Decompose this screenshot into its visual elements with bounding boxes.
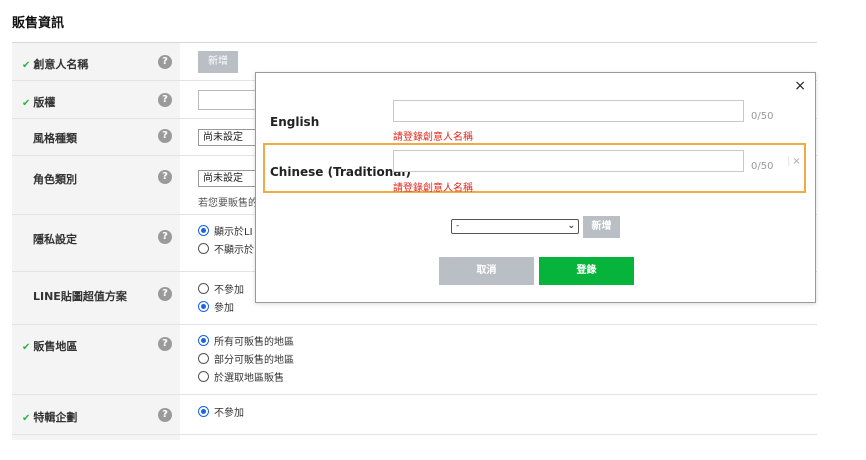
radio-icon: [198, 370, 209, 382]
submit-button[interactable]: 登錄: [539, 257, 634, 285]
radio-icon: [198, 352, 209, 364]
chinese-input[interactable]: [393, 150, 744, 172]
row-label: 隱私設定: [33, 233, 77, 246]
privacy-option-hide[interactable]: 不顯示於: [198, 239, 254, 257]
campaign-option-no[interactable]: 不參加: [198, 402, 244, 420]
check-icon: ✔: [22, 98, 31, 109]
help-icon[interactable]: ?: [158, 93, 172, 107]
help-icon[interactable]: ?: [158, 337, 172, 351]
add-creator-button[interactable]: 新增: [198, 51, 238, 73]
radio-icon: [198, 300, 209, 312]
help-icon[interactable]: ?: [158, 170, 172, 184]
chinese-char-count: 0/50: [751, 161, 774, 172]
row-sales-region: ✔ 販售地區 ? 所有可販售的地區 部分可販售的地區 於選取地區販售: [12, 325, 817, 395]
creator-name-dialog: × English 0/50 請登錄創意人名稱 Chinese (Traditi…: [255, 72, 816, 303]
english-char-count: 0/50: [751, 111, 774, 122]
chinese-label: Chinese (Traditional): [270, 165, 412, 179]
premium-option-yes[interactable]: 參加: [198, 297, 244, 315]
check-icon: ✔: [22, 413, 31, 424]
style-select[interactable]: 尚未設定: [198, 129, 258, 146]
remove-language-icon[interactable]: | ×: [787, 156, 801, 167]
check-icon: ✔: [22, 342, 31, 353]
check-icon: ✔: [22, 60, 31, 71]
row-label: ✔ 創意人名稱: [22, 58, 89, 71]
help-icon[interactable]: ?: [158, 230, 172, 244]
close-icon[interactable]: ×: [794, 78, 806, 94]
privacy-option-show[interactable]: 顯示於LI: [198, 221, 254, 239]
chevron-down-icon: ⌄: [567, 221, 575, 231]
row-label: ✔ 特輯企劃: [22, 411, 78, 424]
region-option-partial[interactable]: 部分可販售的地區: [198, 349, 294, 367]
character-select[interactable]: 尚未設定: [198, 170, 258, 187]
add-language-button[interactable]: 新增: [583, 216, 620, 238]
help-icon[interactable]: ?: [158, 55, 172, 69]
cancel-button[interactable]: 取消: [439, 257, 534, 285]
radio-icon: [198, 334, 209, 346]
row-label: ✔ 版權: [22, 96, 56, 109]
row-label: LINE貼圖超值方案: [33, 290, 127, 303]
chinese-error: 請登錄創意人名稱: [393, 183, 473, 194]
english-error: 請登錄創意人名稱: [393, 132, 473, 143]
help-icon[interactable]: ?: [158, 408, 172, 422]
radio-icon: [198, 242, 209, 254]
row-label: 風格種類: [33, 132, 77, 145]
language-select[interactable]: - ⌄: [451, 219, 579, 234]
region-option-all[interactable]: 所有可販售的地區: [198, 331, 294, 349]
region-option-selected[interactable]: 於選取地區販售: [198, 367, 294, 385]
premium-option-no[interactable]: 不參加: [198, 279, 244, 297]
section-title: 販售資訊: [12, 16, 65, 31]
row-special-campaign: ✔ 特輯企劃 ? 不參加: [12, 395, 817, 435]
english-label: English: [270, 115, 320, 129]
english-input[interactable]: [393, 100, 744, 122]
character-note: 若您要販售的: [198, 198, 258, 209]
radio-icon: [198, 405, 209, 417]
help-icon[interactable]: ?: [158, 129, 172, 143]
radio-icon: [198, 224, 209, 236]
help-icon[interactable]: ?: [158, 287, 172, 301]
row-label: ✔ 販售地區: [22, 340, 78, 353]
row-label: 角色類別: [33, 173, 77, 186]
radio-icon: [198, 282, 209, 294]
copyright-input[interactable]: [198, 90, 258, 110]
